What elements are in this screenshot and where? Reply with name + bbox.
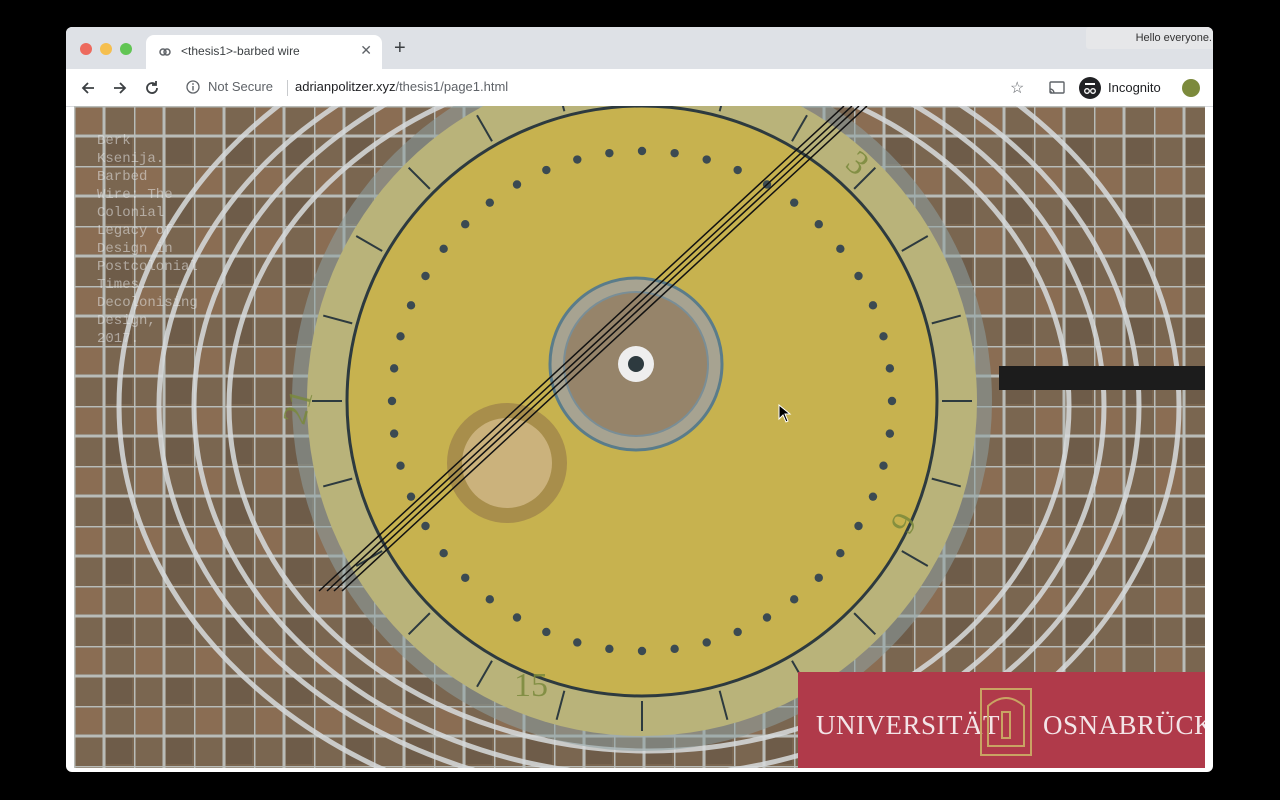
dial-dot — [421, 521, 430, 531]
dial-dot — [439, 244, 448, 254]
window-controls — [80, 43, 132, 55]
university-seal-icon — [980, 688, 1032, 756]
browser-toolbar: Not Secure adrianpolitzer.xyz/thesis1/pa… — [66, 69, 1213, 107]
dial-dot — [573, 155, 582, 164]
dial-dot — [396, 461, 405, 470]
dial-dot — [702, 638, 711, 647]
dial-dot — [485, 198, 495, 207]
close-icon[interactable]: ✕ — [360, 42, 372, 59]
dial-dot — [605, 644, 614, 654]
dial-dot — [670, 148, 679, 158]
url-path: /thesis1/page1.html — [395, 79, 509, 94]
dial-dot — [461, 220, 470, 229]
dial-dot — [542, 627, 551, 637]
notification-toast: Hello everyone. — [1086, 27, 1213, 49]
dial-photo: 21 15 9 3 — [74, 106, 1205, 768]
spy-icon — [1084, 83, 1096, 94]
dial-dot — [789, 595, 799, 604]
dial-dot — [702, 155, 711, 164]
dial-dot — [637, 146, 647, 156]
dial-dot — [836, 548, 845, 558]
logo-text-left: UNIVERSITÄT — [816, 710, 1000, 740]
dial-dot — [670, 644, 679, 654]
svg-text:15: 15 — [514, 667, 548, 704]
address-bar[interactable]: adrianpolitzer.xyz/thesis1/page1.html — [295, 79, 508, 94]
dial-dot — [396, 332, 405, 341]
dial-dot — [814, 573, 823, 582]
university-logo[interactable]: UNIVERSITÄT OSNABRÜCK — [798, 672, 1205, 768]
incognito-label[interactable]: Incognito — [1108, 80, 1161, 95]
dial-dot — [854, 521, 863, 531]
dial-dot — [814, 220, 823, 229]
dial-dot — [387, 396, 397, 406]
dial-dot — [421, 271, 430, 281]
new-tab-button[interactable]: + — [394, 37, 406, 60]
dial-dot — [573, 638, 582, 647]
close-window-button[interactable] — [80, 43, 92, 55]
address-divider — [287, 80, 288, 96]
tab-active[interactable]: <thesis1>-barbed wire ✕ — [146, 35, 382, 69]
dial-dot — [406, 301, 416, 310]
dial-dot — [485, 595, 495, 604]
tab-strip: <thesis1>-barbed wire ✕ + Hello everyone… — [66, 27, 1213, 69]
tab-title: <thesis1>-barbed wire — [181, 44, 300, 58]
dial-dot — [439, 548, 448, 558]
dial-dot — [836, 244, 845, 254]
dial-dot — [389, 364, 399, 373]
dial-dot — [512, 180, 522, 189]
dial-dot — [512, 613, 522, 622]
dial-dot — [406, 492, 416, 501]
minimize-window-button[interactable] — [100, 43, 112, 55]
dial-dot — [733, 627, 742, 637]
browser-window: <thesis1>-barbed wire ✕ + Hello everyone… — [66, 27, 1213, 772]
dial-dot — [762, 613, 772, 622]
url-domain: adrianpolitzer.xyz — [295, 79, 396, 94]
dial-dot — [854, 271, 863, 281]
dial-dot — [879, 332, 888, 341]
dial-dot — [605, 148, 614, 158]
dial-dot — [637, 646, 647, 656]
dial-dot — [389, 429, 399, 438]
dial-dot — [733, 165, 742, 175]
dial-dot — [885, 429, 895, 438]
link-icon — [159, 48, 171, 56]
logo-text-right: OSNABRÜCK — [1043, 710, 1205, 740]
dial-dot — [887, 396, 897, 406]
mouse-cursor-icon — [778, 404, 792, 423]
extension-icon[interactable] — [1182, 79, 1200, 97]
security-status[interactable]: Not Secure — [208, 79, 273, 94]
reload-icon[interactable] — [142, 78, 162, 98]
dial-dot — [542, 165, 551, 175]
forward-arrow-icon[interactable] — [110, 78, 130, 98]
info-icon[interactable] — [186, 80, 200, 94]
dial-dot — [879, 461, 888, 470]
dial-dot — [868, 492, 878, 501]
dial-dot — [461, 573, 470, 582]
back-arrow-icon[interactable] — [78, 78, 98, 98]
web-page: 21 15 9 3 Berk Ksenija. Barbed Wire: The… — [74, 106, 1205, 768]
cast-icon[interactable] — [1048, 80, 1066, 96]
citation-text: Berk Ksenija. Barbed Wire: The Colonial … — [97, 133, 198, 347]
dial-dot — [885, 364, 895, 373]
incognito-icon[interactable] — [1079, 77, 1101, 99]
dial-dot — [868, 301, 878, 310]
bookmark-star-icon[interactable]: ☆ — [1010, 78, 1024, 98]
maximize-window-button[interactable] — [120, 43, 132, 55]
dial-dot — [789, 198, 799, 207]
